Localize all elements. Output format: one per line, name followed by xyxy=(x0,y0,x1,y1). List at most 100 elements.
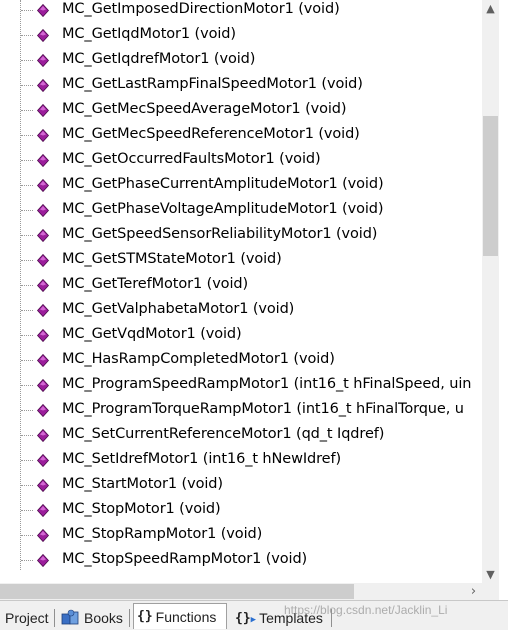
function-diamond-icon xyxy=(36,228,50,243)
tree-item-function[interactable]: MC_StartMotor1 (void) xyxy=(0,473,482,498)
function-diamond-icon xyxy=(36,328,50,343)
tree-item-function[interactable]: MC_GetMecSpeedAverageMotor1 (void) xyxy=(0,98,482,123)
tree-connector-branch xyxy=(21,435,33,436)
function-diamond-icon xyxy=(36,278,50,293)
function-diamond-icon xyxy=(36,303,50,318)
function-signature-label: MC_GetOccurredFaultsMotor1 (void) xyxy=(62,151,321,167)
scroll-up-arrow-icon[interactable]: ▲ xyxy=(482,0,499,17)
tree-item-function[interactable]: MC_SetIdrefMotor1 (int16_t hNewIdref) xyxy=(0,448,482,473)
tree-connector-branch xyxy=(21,210,33,211)
function-diamond-icon xyxy=(36,153,50,168)
function-diamond-icon xyxy=(36,378,50,393)
function-diamond-icon xyxy=(36,528,50,543)
function-signature-label: MC_StartMotor1 (void) xyxy=(62,476,223,492)
function-diamond-icon xyxy=(36,203,50,218)
function-signature-label: MC_GetValphabetaMotor1 (void) xyxy=(62,301,295,317)
tree-item-function[interactable]: MC_StopSpeedRampMotor1 (void) xyxy=(0,548,482,573)
tree-connector-branch xyxy=(21,85,33,86)
tab-functions[interactable]: {} Functions xyxy=(133,603,227,629)
function-diamond-icon xyxy=(36,478,50,493)
function-diamond-icon xyxy=(36,53,50,68)
function-diamond-icon xyxy=(36,553,50,568)
tree-item-function[interactable]: MC_ProgramTorqueRampMotor1 (int16_t hFin… xyxy=(0,398,482,423)
function-diamond-icon xyxy=(36,28,50,43)
function-diamond-icon xyxy=(36,453,50,468)
function-diamond-icon xyxy=(36,3,50,18)
tree-item-function[interactable]: MC_GetPhaseCurrentAmplitudeMotor1 (void) xyxy=(0,173,482,198)
tree-connector-branch xyxy=(21,35,33,36)
tab-separator xyxy=(129,609,130,627)
tree-item-function[interactable]: MC_HasRampCompletedMotor1 (void) xyxy=(0,348,482,373)
function-signature-label: MC_GetSTMStateMotor1 (void) xyxy=(62,251,282,267)
tree-item-function[interactable]: MC_GetIqdrefMotor1 (void) xyxy=(0,48,482,73)
vertical-scroll-thumb[interactable] xyxy=(483,116,498,256)
tree-item-function[interactable]: MC_GetMecSpeedReferenceMotor1 (void) xyxy=(0,123,482,148)
tab-books[interactable]: Books xyxy=(58,607,126,629)
tree-item-function[interactable]: MC_GetSTMStateMotor1 (void) xyxy=(0,248,482,273)
tree-connector-branch xyxy=(21,385,33,386)
scroll-down-arrow-icon[interactable]: ▼ xyxy=(482,566,499,583)
function-diamond-icon xyxy=(36,353,50,368)
function-signature-label: MC_GetPhaseVoltageAmplitudeMotor1 (void) xyxy=(62,201,384,217)
function-signature-label: MC_GetSpeedSensorReliabilityMotor1 (void… xyxy=(62,226,378,242)
function-diamond-icon xyxy=(36,503,50,518)
function-signature-label: MC_HasRampCompletedMotor1 (void) xyxy=(62,351,335,367)
function-signature-label: MC_GetLastRampFinalSpeedMotor1 (void) xyxy=(62,76,363,92)
templates-icon: {}▶ xyxy=(235,610,257,626)
tree-item-function[interactable]: MC_GetLastRampFinalSpeedMotor1 (void) xyxy=(0,73,482,98)
function-diamond-icon xyxy=(36,178,50,193)
tree-connector-branch xyxy=(21,235,33,236)
tree-connector-branch xyxy=(21,60,33,61)
function-diamond-icon xyxy=(36,78,50,93)
horizontal-scrollbar[interactable]: › xyxy=(0,583,499,600)
tree-connector-branch xyxy=(21,260,33,261)
tree-connector-branch xyxy=(21,410,33,411)
function-signature-label: MC_SetIdrefMotor1 (int16_t hNewIdref) xyxy=(62,451,342,467)
tree-connector-branch xyxy=(21,110,33,111)
tree-connector-branch xyxy=(21,135,33,136)
function-diamond-icon xyxy=(36,253,50,268)
function-signature-label: MC_GetPhaseCurrentAmplitudeMotor1 (void) xyxy=(62,176,384,192)
function-diamond-icon xyxy=(36,103,50,118)
tree-connector-branch xyxy=(21,485,33,486)
tree-item-function[interactable]: MC_GetValphabetaMotor1 (void) xyxy=(0,298,482,323)
tree-connector-branch xyxy=(21,335,33,336)
tree-item-function[interactable]: MC_GetOccurredFaultsMotor1 (void) xyxy=(0,148,482,173)
tree-item-function[interactable]: MC_GetIqdMotor1 (void) xyxy=(0,23,482,48)
function-diamond-icon xyxy=(36,128,50,143)
tree-item-function[interactable]: MC_StopMotor1 (void) xyxy=(0,498,482,523)
tree-item-function[interactable]: MC_GetTerefMotor1 (void) xyxy=(0,273,482,298)
function-signature-label: MC_GetMecSpeedAverageMotor1 (void) xyxy=(62,101,347,117)
function-signature-label: MC_GetTerefMotor1 (void) xyxy=(62,276,249,292)
tree-item-function[interactable]: MC_GetVqdMotor1 (void) xyxy=(0,323,482,348)
tree-connector-branch xyxy=(21,560,33,561)
window-edge xyxy=(499,0,508,629)
tree-item-partial[interactable]: - - - - fi xyxy=(0,573,482,583)
tab-project-label: Project xyxy=(5,610,49,626)
scroll-right-arrow-icon[interactable]: › xyxy=(465,583,482,600)
function-signature-label: MC_GetIqdMotor1 (void) xyxy=(62,26,236,42)
horizontal-scroll-thumb[interactable] xyxy=(0,584,354,599)
function-signature-label: MC_GetVqdMotor1 (void) xyxy=(62,326,242,342)
tree-item-function[interactable]: MC_SetCurrentReferenceMotor1 (qd_t Iqdre… xyxy=(0,423,482,448)
function-signature-label: MC_ProgramTorqueRampMotor1 (int16_t hFin… xyxy=(62,401,464,417)
tree-item-function[interactable]: MC_GetSpeedSensorReliabilityMotor1 (void… xyxy=(0,223,482,248)
tab-project[interactable]: Project xyxy=(2,607,52,629)
vertical-scrollbar[interactable]: ▲ ▼ xyxy=(482,0,499,583)
functions-icon: {} xyxy=(137,609,153,624)
tab-separator xyxy=(54,609,55,627)
function-signature-label: MC_GetMecSpeedReferenceMotor1 (void) xyxy=(62,126,360,142)
function-signature-label: MC_SetCurrentReferenceMotor1 (qd_t Iqdre… xyxy=(62,426,385,442)
functions-tree[interactable]: MC_GetImposedDirectionMotor1 (void) MC_Ge… xyxy=(0,0,482,583)
tree-item-function[interactable]: MC_ProgramSpeedRampMotor1 (int16_t hFina… xyxy=(0,373,482,398)
function-signature-label: MC_StopMotor1 (void) xyxy=(62,501,221,517)
tree-item-function[interactable]: MC_StopRampMotor1 (void) xyxy=(0,523,482,548)
tab-functions-label: Functions xyxy=(155,608,217,625)
tree-item-function[interactable]: MC_GetImposedDirectionMotor1 (void) xyxy=(0,0,482,23)
function-signature-label: MC_StopSpeedRampMotor1 (void) xyxy=(62,551,308,567)
tree-connector-branch xyxy=(21,185,33,186)
tree-item-function[interactable]: MC_GetPhaseVoltageAmplitudeMotor1 (void) xyxy=(0,198,482,223)
tab-books-label: Books xyxy=(84,610,123,626)
tree-connector-branch xyxy=(21,460,33,461)
function-signature-label: MC_GetIqdrefMotor1 (void) xyxy=(62,51,256,67)
